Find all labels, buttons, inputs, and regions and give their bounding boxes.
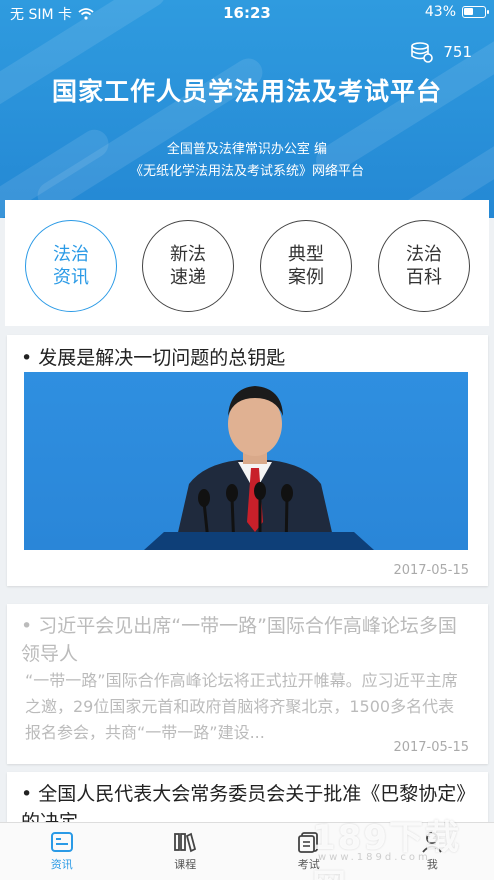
status-bar: 无 SIM 卡 16:23 43% bbox=[0, 0, 494, 26]
news-title: • 发展是解决一切问题的总钥匙 bbox=[21, 347, 286, 369]
battery-icon bbox=[462, 6, 489, 18]
app-title: 国家工作人员学法用法及考试平台 bbox=[51, 77, 442, 106]
category-new-laws[interactable]: 新法 速递 bbox=[142, 220, 234, 312]
platform-line: 《无纸化学法用法及考试系统》网络平台 bbox=[129, 164, 364, 179]
tab-news[interactable]: 资讯 bbox=[0, 823, 124, 880]
watermark-logo: 189下载网 bbox=[312, 818, 461, 880]
tab-label: 课程 bbox=[174, 858, 197, 871]
coin-count: 751 bbox=[443, 43, 472, 61]
news-date: 2017-05-15 bbox=[393, 563, 469, 578]
battery-percent: 43% bbox=[424, 4, 456, 20]
clock: 16:23 bbox=[223, 4, 271, 22]
news-card[interactable]: • 习近平会见出席“一带一路”国际合作高峰论坛多国领导人 “一带一路”国际合作高… bbox=[7, 604, 488, 764]
tab-courses[interactable]: 课程 bbox=[124, 823, 248, 880]
books-icon bbox=[174, 832, 197, 853]
category-typical-cases[interactable]: 典型 案例 bbox=[260, 220, 352, 312]
news-summary: “一带一路”国际合作高峰论坛将正式拉开帷幕。应习近平主席之邀，29位国家元首和政… bbox=[25, 671, 458, 742]
news-date: 2017-05-15 bbox=[393, 740, 469, 755]
coins-stack-icon bbox=[411, 42, 434, 63]
news-card[interactable]: • 发展是解决一切问题的总钥匙 2017-05-15 bbox=[7, 335, 488, 586]
coin-balance[interactable]: 751 bbox=[409, 40, 472, 64]
watermark-url: www.189d.com bbox=[318, 852, 431, 863]
news-title: • 习近平会见出席“一带一路”国际合作高峰论坛多国领导人 bbox=[21, 615, 457, 665]
category-panel: 法治 资讯 新法 速递 典型 案例 法治 百科 bbox=[5, 200, 489, 326]
news-icon bbox=[50, 832, 73, 852]
header-banner: 无 SIM 卡 16:23 43% 751 国家工作人员学法用法及考试平台 全国… bbox=[0, 0, 494, 218]
category-legal-news[interactable]: 法治 资讯 bbox=[25, 220, 117, 312]
publisher-line: 全国普及法律常识办公室 编 bbox=[166, 142, 328, 157]
category-legal-encyclopedia[interactable]: 法治 百科 bbox=[378, 220, 470, 312]
tab-label: 资讯 bbox=[50, 858, 73, 871]
news-photo bbox=[24, 372, 468, 550]
